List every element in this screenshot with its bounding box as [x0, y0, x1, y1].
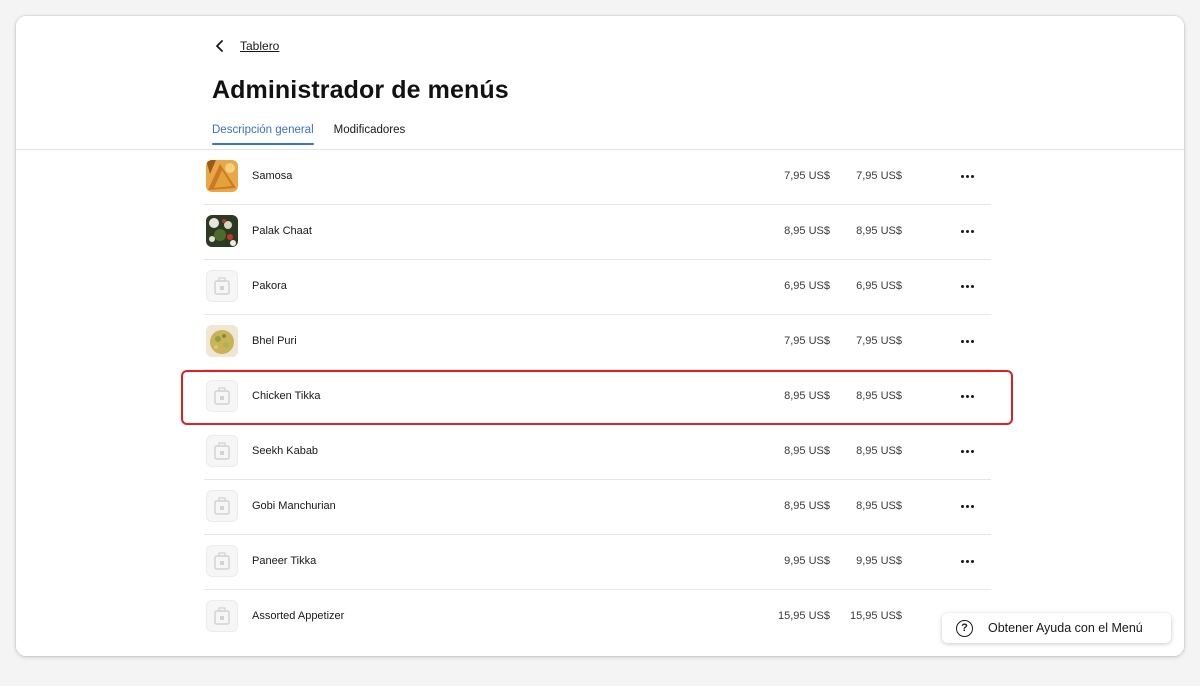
item-photo-bhel-puri: [206, 325, 238, 357]
item-price: 9,95 US$: [784, 555, 830, 567]
page-title: Administrador de menús: [212, 76, 509, 104]
item-photo-palak-chaat: [206, 215, 238, 247]
item-price: 8,95 US$: [784, 445, 830, 457]
selection-highlight: [181, 370, 1013, 425]
more-options-button[interactable]: [957, 552, 977, 570]
item-photo-samosa: [206, 160, 238, 192]
item-name: Bhel Puri: [252, 335, 297, 347]
chevron-left-icon[interactable]: [212, 38, 228, 54]
placeholder-icon: [206, 490, 238, 522]
item-price: 15,95 US$: [778, 610, 830, 622]
item-name: Pakora: [252, 280, 287, 292]
item-price-secondary: 15,95 US$: [850, 610, 902, 622]
placeholder-icon: [206, 270, 238, 302]
item-name: Assorted Appetizer: [252, 610, 345, 622]
list-item[interactable]: Paneer Tikka 9,95 US$ 9,95 US$: [204, 535, 991, 590]
menu-manager-window: Tablero Administrador de menús Descripci…: [16, 16, 1184, 656]
placeholder-icon: [206, 435, 238, 467]
item-name: Samosa: [252, 170, 293, 182]
more-options-button[interactable]: [957, 277, 977, 295]
more-options-button[interactable]: [957, 497, 977, 515]
list-item[interactable]: Palak Chaat 8,95 US$ 8,95 US$: [204, 205, 991, 260]
item-price: 6,95 US$: [784, 280, 830, 292]
item-price: 8,95 US$: [784, 500, 830, 512]
placeholder-icon: [206, 600, 238, 632]
item-price-secondary: 7,95 US$: [856, 170, 902, 182]
item-price-secondary: 8,95 US$: [856, 225, 902, 237]
item-price: 8,95 US$: [784, 225, 830, 237]
item-name: Gobi Manchurian: [252, 500, 336, 512]
more-options-button[interactable]: [957, 222, 977, 240]
breadcrumb-link-tablero[interactable]: Tablero: [240, 39, 279, 53]
placeholder-icon: [206, 545, 238, 577]
list-item[interactable]: Pakora 6,95 US$ 6,95 US$: [204, 260, 991, 315]
tab-modifiers[interactable]: Modificadores: [334, 124, 406, 145]
item-price: 7,95 US$: [784, 335, 830, 347]
list-item[interactable]: Samosa 7,95 US$ 7,95 US$: [204, 150, 991, 205]
list-item[interactable]: Gobi Manchurian 8,95 US$ 8,95 US$: [204, 480, 991, 535]
breadcrumb: Tablero: [212, 38, 279, 54]
item-name: Seekh Kabab: [252, 445, 319, 457]
help-button-label: Obtener Ayuda con el Menú: [988, 621, 1143, 635]
tab-overview[interactable]: Descripción general: [212, 124, 314, 145]
question-circle-icon: ?: [956, 619, 973, 637]
item-price-secondary: 9,95 US$: [856, 555, 902, 567]
more-options-button[interactable]: [957, 167, 977, 185]
list-item[interactable]: Assorted Appetizer 15,95 US$ 15,95 US$: [204, 590, 991, 645]
more-options-button[interactable]: [957, 332, 977, 350]
list-item[interactable]: Bhel Puri 7,95 US$ 7,95 US$: [204, 315, 991, 370]
list-item[interactable]: Seekh Kabab 8,95 US$ 8,95 US$: [204, 425, 991, 480]
item-price-secondary: 6,95 US$: [856, 280, 902, 292]
tab-bar: Descripción general Modificadores: [212, 124, 425, 145]
item-name: Palak Chaat: [252, 225, 312, 237]
item-price-secondary: 8,95 US$: [856, 500, 902, 512]
item-price-secondary: 8,95 US$: [856, 445, 902, 457]
more-options-button[interactable]: [957, 442, 977, 460]
item-name: Paneer Tikka: [252, 555, 317, 567]
item-price-secondary: 7,95 US$: [856, 335, 902, 347]
item-price: 7,95 US$: [784, 170, 830, 182]
get-menu-help-button[interactable]: ? Obtener Ayuda con el Menú: [942, 613, 1171, 643]
